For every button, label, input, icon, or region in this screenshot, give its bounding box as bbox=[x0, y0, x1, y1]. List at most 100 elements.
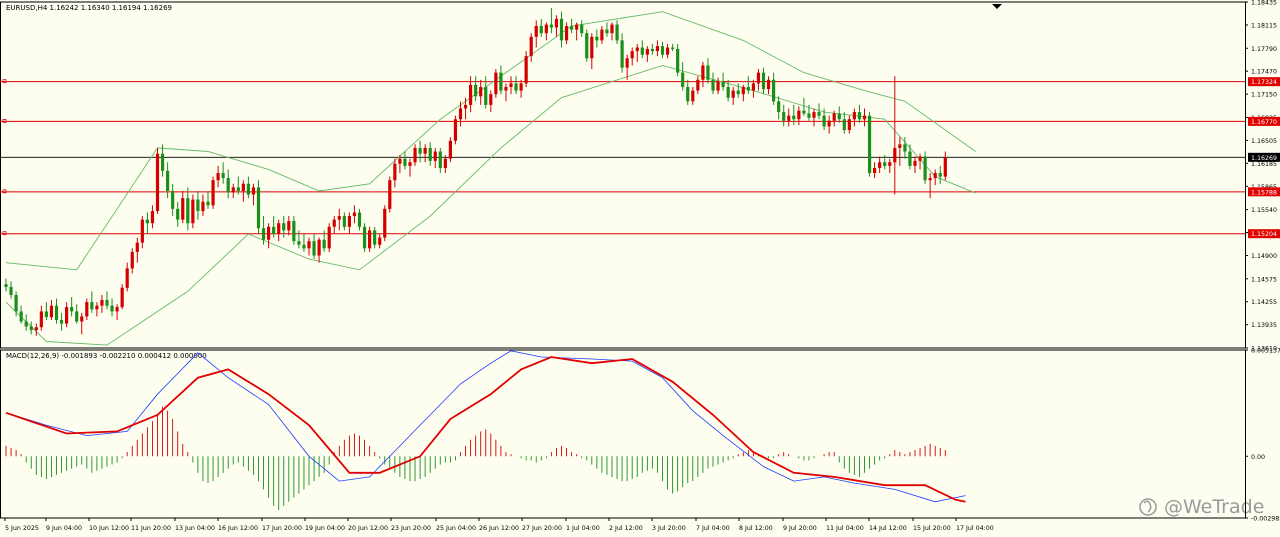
candle-body bbox=[352, 212, 357, 217]
candle-body bbox=[130, 251, 134, 269]
price-tick-label: 1.17790 bbox=[1251, 46, 1277, 53]
candle-body bbox=[938, 173, 942, 177]
candle-body bbox=[19, 311, 23, 322]
candle-body bbox=[731, 90, 735, 98]
candle-body bbox=[797, 110, 801, 120]
candle-body bbox=[746, 86, 750, 91]
candle-body bbox=[105, 299, 109, 306]
candle-body bbox=[686, 86, 690, 102]
time-tick-label: 10 Jun 12:00 bbox=[89, 525, 129, 532]
candle-body bbox=[261, 228, 266, 240]
candle-body bbox=[903, 144, 907, 152]
candle-body bbox=[9, 287, 13, 295]
time-tick-label: 17 Jul 04:00 bbox=[956, 525, 994, 532]
chart-svg: EURUSD,H4 1.16242 1.16340 1.16194 1.1626… bbox=[0, 0, 1280, 532]
time-tick-label: 26 Jun 12:00 bbox=[479, 525, 519, 532]
candle-body bbox=[337, 216, 341, 220]
candle-body bbox=[494, 72, 498, 95]
time-tick-label: 2 Jul 12:00 bbox=[609, 525, 643, 532]
candle-body bbox=[155, 153, 160, 212]
candle-body bbox=[564, 26, 569, 41]
price-tick-label: 1.14900 bbox=[1251, 253, 1277, 260]
level-tag-label: 1.17324 bbox=[1251, 79, 1277, 86]
macd-title: MACD(12,26,9) -0.001893 -0.002210 0.0004… bbox=[6, 352, 207, 360]
chart-root: EURUSD,H4 1.16242 1.16340 1.16194 1.1626… bbox=[0, 0, 1280, 537]
candle-body bbox=[544, 24, 548, 34]
candle-body bbox=[751, 83, 755, 91]
candle-body bbox=[39, 311, 43, 328]
candle-body bbox=[246, 183, 250, 195]
candle-body bbox=[650, 48, 654, 52]
candle-body bbox=[357, 212, 362, 227]
price-tick-label: 1.13935 bbox=[1251, 322, 1277, 329]
candle-body bbox=[34, 327, 38, 331]
macd-tick-label: 0.005137 bbox=[1251, 348, 1280, 355]
candle-body bbox=[509, 83, 513, 87]
candle-body bbox=[630, 51, 634, 59]
candle-body bbox=[792, 115, 796, 120]
price-tick-label: 1.16185 bbox=[1251, 161, 1277, 168]
candle-body bbox=[777, 101, 781, 113]
candle-body bbox=[29, 326, 33, 331]
candle-body bbox=[307, 241, 311, 249]
candle-body bbox=[499, 72, 503, 91]
candle-body bbox=[110, 305, 114, 312]
candle-body bbox=[150, 211, 155, 224]
candle-body bbox=[559, 18, 564, 41]
candle-body bbox=[883, 162, 887, 166]
candle-body bbox=[908, 151, 912, 166]
candle-body bbox=[423, 147, 427, 154]
candle-body bbox=[524, 56, 528, 84]
candle-body bbox=[888, 162, 892, 166]
candle-body bbox=[504, 86, 508, 91]
candle-body bbox=[842, 119, 846, 131]
candle-body bbox=[211, 180, 215, 206]
macd-tick-label: 0.00 bbox=[1251, 454, 1265, 461]
candle-body bbox=[655, 46, 660, 52]
price-tick-label: 1.18435 bbox=[1251, 0, 1277, 7]
candle-body bbox=[312, 241, 316, 256]
candle-body bbox=[716, 81, 720, 91]
candle-body bbox=[837, 113, 841, 120]
candle-body bbox=[287, 221, 291, 231]
candle-body bbox=[923, 156, 927, 181]
candle-body bbox=[221, 173, 225, 179]
candle-body bbox=[676, 48, 680, 73]
candle-body bbox=[388, 180, 392, 209]
candle-body bbox=[4, 284, 8, 288]
candle-body bbox=[782, 112, 786, 121]
candle-body bbox=[913, 160, 917, 166]
candle-body bbox=[474, 84, 478, 97]
candle-body bbox=[554, 18, 559, 28]
candle-body bbox=[408, 162, 412, 166]
candle-body bbox=[772, 79, 776, 102]
candle-body bbox=[448, 140, 452, 159]
candle-body bbox=[514, 83, 518, 91]
candle-body bbox=[691, 90, 695, 102]
candle-body bbox=[625, 58, 629, 68]
candle-body bbox=[342, 216, 346, 227]
time-tick-label: 17 Jun 20:00 bbox=[262, 525, 302, 532]
band-bb_upper bbox=[5, 11, 976, 271]
candle-body bbox=[671, 47, 675, 49]
candle-body bbox=[272, 226, 276, 234]
price-tick-label: 1.14575 bbox=[1251, 276, 1277, 283]
candle-body bbox=[570, 26, 574, 30]
candle-body bbox=[696, 79, 700, 91]
candle-body bbox=[580, 24, 584, 34]
time-tick-label: 23 Jun 20:00 bbox=[391, 525, 431, 532]
candle-body bbox=[635, 47, 639, 52]
time-tick-label: 9 Jul 20:00 bbox=[783, 525, 817, 532]
macd-tick-label: -0.002985 bbox=[1251, 516, 1280, 523]
candle-body bbox=[181, 198, 185, 220]
time-tick-label: 11 Jun 20:00 bbox=[131, 525, 171, 532]
candle-body bbox=[176, 208, 180, 220]
candle-body bbox=[878, 162, 882, 169]
candle-body bbox=[135, 242, 139, 252]
candle-body bbox=[893, 147, 897, 163]
logo-swirl bbox=[1143, 500, 1152, 513]
candle-body bbox=[933, 173, 937, 179]
candle-body bbox=[857, 112, 862, 120]
candle-body bbox=[191, 199, 195, 224]
candle-body bbox=[418, 147, 422, 154]
